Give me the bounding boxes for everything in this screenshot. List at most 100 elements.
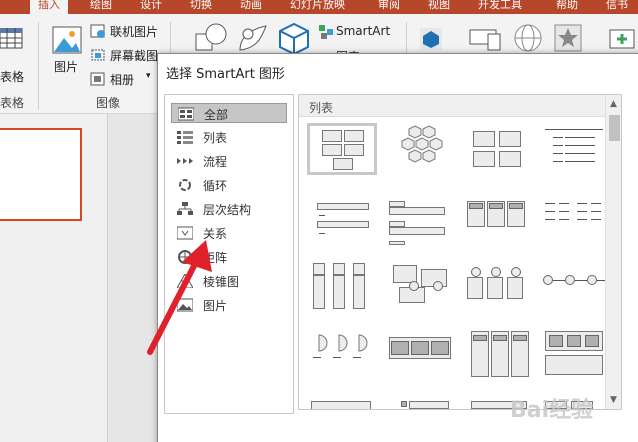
table-group-label: 表格 [0, 96, 25, 110]
gallery-scrollbar[interactable]: ▲ ▼ [605, 95, 621, 409]
layout-thumbnail[interactable] [385, 395, 455, 409]
layout-thumbnail[interactable] [307, 395, 377, 409]
table-button[interactable]: 表格 [0, 24, 28, 84]
category-item[interactable]: 循环 [171, 175, 287, 195]
gallery-header: 列表 [299, 95, 621, 117]
tab-slideshow[interactable]: 幻灯片放映 [290, 0, 345, 12]
table-icon [0, 28, 23, 49]
layout-thumbnail[interactable] [463, 261, 533, 313]
category-label: 列表 [203, 131, 228, 145]
layout-thumbnail[interactable] [463, 327, 533, 379]
scroll-up-icon[interactable]: ▲ [610, 99, 617, 109]
cycle-icon [179, 179, 191, 191]
album-label: 相册 [110, 73, 135, 87]
category-label: 图片 [203, 299, 228, 313]
album-button[interactable]: 相册 ▾ [90, 70, 160, 88]
picture-label: 图片 [54, 60, 79, 74]
layout-thumbnail[interactable] [385, 195, 455, 247]
smartart-button[interactable]: SmartArt [318, 24, 398, 42]
icons-icon[interactable] [236, 22, 270, 56]
link-icon[interactable] [468, 24, 504, 54]
comment-add-icon[interactable] [604, 26, 638, 54]
gallery-title: 列表 [309, 101, 334, 115]
category-label: 流程 [203, 155, 228, 169]
hierarchy-icon [177, 202, 193, 215]
scrollbar-thumb[interactable] [609, 115, 620, 141]
layout-thumbnail[interactable] [463, 123, 533, 175]
matrix-icon [178, 250, 192, 264]
tab-draw[interactable]: 绘图 [90, 0, 112, 12]
group-separator [38, 22, 39, 110]
ribbon-tab-bar: 插入 绘图 设计 切换 动画 幻灯片放映 审阅 视图 开发工具 帮助 信书 [0, 0, 638, 14]
category-label: 棱锥图 [203, 275, 240, 289]
smartart-icon [319, 25, 333, 39]
tab-transitions[interactable]: 切换 [190, 0, 212, 12]
smartart-label: SmartArt [336, 24, 391, 38]
tab-review[interactable]: 审阅 [378, 0, 400, 12]
category-item[interactable]: 图片 [171, 295, 287, 315]
layout-thumbnail[interactable] [385, 261, 455, 313]
smartart-dialog: 选择 SmartArt 图形 全部 列表 流程 循环 层次结构 关系 矩阵 棱锥图 图片 列表 … [157, 53, 638, 442]
powerpoint-window: 插入 绘图 设计 切换 动画 幻灯片放映 审阅 视图 开发工具 帮助 信书 表格… [0, 0, 638, 442]
3d-model-icon[interactable] [278, 22, 310, 56]
scroll-down-icon[interactable]: ▼ [610, 395, 617, 405]
list-icon [177, 131, 193, 144]
screenshot-label: 屏幕截图 [110, 49, 159, 63]
layout-thumbnail[interactable] [307, 123, 377, 175]
category-list: 全部列表流程循环层次结构关系矩阵棱锥图图片 [164, 94, 294, 414]
tab-design[interactable]: 设计 [140, 0, 162, 12]
pyramid-icon [177, 274, 193, 288]
tab-animations[interactable]: 动画 [240, 0, 262, 12]
category-label: 全部 [204, 108, 229, 122]
picture-icon [177, 298, 193, 312]
category-label: 循环 [203, 179, 228, 193]
layout-thumbnail[interactable] [539, 327, 609, 379]
tab-insert[interactable]: 插入 [30, 0, 68, 14]
images-group-label: 图像 [96, 96, 121, 110]
store-icon[interactable] [420, 28, 442, 50]
layout-thumbnail[interactable] [385, 327, 455, 379]
online-pictures-label: 联机图片 [110, 25, 159, 39]
online-picture-icon [90, 24, 105, 38]
layout-thumbnail[interactable] [307, 195, 377, 247]
screenshot-button[interactable]: 屏幕截图 [90, 46, 160, 64]
category-item[interactable]: 棱锥图 [171, 271, 287, 291]
category-item[interactable]: 矩阵 [171, 247, 287, 267]
category-item[interactable]: 关系 [171, 223, 287, 243]
album-dropdown-icon[interactable]: ▾ [146, 71, 151, 81]
category-label: 层次结构 [203, 203, 252, 217]
layout-thumbnail[interactable] [307, 261, 377, 313]
album-icon [90, 72, 105, 86]
online-pictures-button[interactable]: 联机图片 [90, 22, 160, 40]
slide-thumbnail[interactable] [0, 128, 82, 221]
category-item[interactable]: 层次结构 [171, 199, 287, 219]
tab-view[interactable]: 视图 [428, 0, 450, 12]
tab-help[interactable]: 帮助 [556, 0, 578, 12]
dialog-title: 选择 SmartArt 图形 [166, 67, 285, 82]
category-item[interactable]: 全部 [171, 103, 287, 123]
layout-gallery: 列表 ▲ ▼ [298, 94, 622, 410]
screenshot-icon [91, 49, 105, 61]
layout-thumbnail[interactable] [539, 195, 609, 247]
globe-icon[interactable] [512, 22, 544, 54]
shapes-icon[interactable] [194, 22, 228, 54]
category-item[interactable]: 流程 [171, 151, 287, 171]
picture-button[interactable]: 图片 [48, 24, 86, 86]
category-label: 关系 [203, 227, 228, 241]
tab-extra[interactable]: 信书 [606, 0, 628, 12]
slide-thumbnail-pane [0, 114, 108, 442]
action-star-icon[interactable] [554, 24, 582, 52]
picture-icon [52, 26, 82, 54]
watermark: Bai经验 [510, 398, 594, 423]
layout-thumbnail[interactable] [539, 261, 609, 313]
table-label: 表格 [0, 70, 25, 84]
layout-thumbnail[interactable] [385, 123, 455, 175]
layout-thumbnail[interactable] [307, 327, 377, 379]
category-label: 矩阵 [203, 251, 228, 265]
category-item[interactable]: 列表 [171, 127, 287, 147]
tab-developer[interactable]: 开发工具 [478, 0, 522, 12]
process-icon [177, 158, 193, 164]
layout-thumbnail[interactable] [463, 195, 533, 247]
all-icon [178, 107, 194, 121]
layout-thumbnail[interactable] [539, 123, 609, 175]
